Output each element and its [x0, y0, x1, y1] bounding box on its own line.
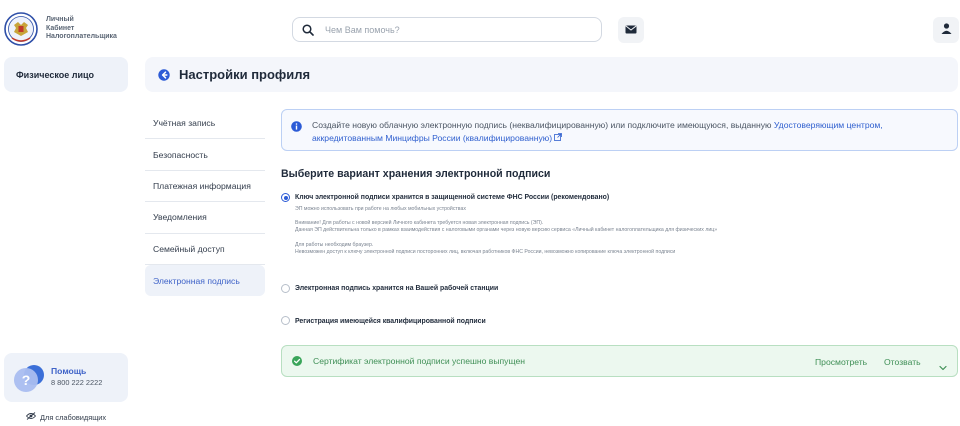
- search-icon: [302, 23, 322, 36]
- radio-workstation-storage[interactable]: [281, 284, 290, 293]
- messages-button[interactable]: [618, 17, 644, 43]
- menu-item-payment-info[interactable]: Платежная информация: [145, 171, 265, 203]
- info-icon: [291, 119, 302, 137]
- user-icon: [941, 21, 952, 39]
- menu-item-family-access[interactable]: Семейный доступ: [145, 234, 265, 265]
- back-arrow-icon[interactable]: [158, 68, 170, 81]
- help-question-icon: ?: [12, 362, 46, 399]
- help-title: Помощь: [51, 366, 87, 376]
- fns-emblem-logo[interactable]: [4, 12, 38, 46]
- logo-text: Личный Кабинет Налогоплательщика: [46, 16, 117, 42]
- visually-impaired-label: Для слабовидящих: [40, 412, 107, 422]
- radio-register-qualified[interactable]: [281, 316, 290, 325]
- search-box[interactable]: [292, 17, 602, 42]
- option-fns-storage-description: ЭП можно использовать при работе на любы…: [295, 206, 855, 256]
- settings-menu: Учётная запись Безопасность Платежная ин…: [145, 108, 265, 297]
- view-certificate-button[interactable]: Просмотреть: [815, 357, 867, 367]
- storage-section-title: Выберите вариант хранения электронной по…: [281, 168, 551, 180]
- person-type-label: Физическое лицо: [16, 70, 95, 80]
- desc-line: Невозможен доступ к ключу электронной по…: [295, 248, 676, 255]
- help-card[interactable]: ? Помощь 8 800 222 2222: [4, 353, 128, 402]
- certificate-status-message: Сертификат электронной подписи успешно в…: [313, 356, 525, 366]
- logo-line: Кабинет: [46, 24, 75, 32]
- info-text-body: Создайте новую облачную электронную подп…: [312, 120, 772, 130]
- info-text: Создайте новую облачную электронную подп…: [312, 119, 952, 144]
- certificate-status-bar: Сертификат электронной подписи успешно в…: [281, 345, 958, 377]
- page-header: Настройки профиля: [145, 57, 958, 92]
- envelope-icon: [625, 21, 637, 39]
- radio-fns-storage[interactable]: [281, 193, 290, 202]
- info-banner: Создайте новую облачную электронную подп…: [281, 109, 958, 151]
- menu-item-security[interactable]: Безопасность: [145, 139, 265, 171]
- revoke-certificate-button[interactable]: Отозвать: [884, 357, 921, 367]
- desc-line: Данная ЭП действительна только в рамках …: [295, 227, 718, 234]
- desc-line: Для работы необходим браузер.: [295, 241, 374, 248]
- check-circle-icon: [292, 356, 302, 366]
- logo-line: Налогоплательщика: [46, 33, 117, 40]
- visually-impaired-toggle[interactable]: Для слабовидящих: [25, 412, 107, 422]
- profile-button[interactable]: [933, 17, 959, 43]
- help-phone: 8 800 222 2222: [51, 378, 103, 387]
- menu-item-e-signature[interactable]: Электронная подпись: [145, 264, 265, 297]
- search-input[interactable]: [325, 24, 585, 35]
- option-register-qualified-label[interactable]: Регистрация имеющейся квалифицированной …: [295, 318, 486, 325]
- chevron-down-icon[interactable]: [939, 358, 947, 376]
- menu-item-notifications[interactable]: Уведомления: [145, 202, 265, 234]
- eye-slash-icon: [25, 412, 37, 422]
- external-link-icon[interactable]: [554, 132, 563, 143]
- page-title: Настройки профиля: [179, 67, 311, 82]
- logo-line: Личный: [46, 16, 74, 23]
- menu-item-account[interactable]: Учётная запись: [145, 108, 265, 140]
- desc-line: ЭП можно использовать при работе на любы…: [295, 206, 466, 212]
- ministry-link[interactable]: Минцифры России (квалифицированную): [385, 133, 552, 143]
- person-type-selector[interactable]: Физическое лицо: [4, 57, 128, 92]
- option-workstation-storage-label[interactable]: Электронная подпись хранится на Вашей ра…: [295, 285, 498, 292]
- svg-text:?: ?: [22, 372, 31, 388]
- option-fns-storage-label[interactable]: Ключ электронной подписи хранится в защи…: [295, 194, 609, 201]
